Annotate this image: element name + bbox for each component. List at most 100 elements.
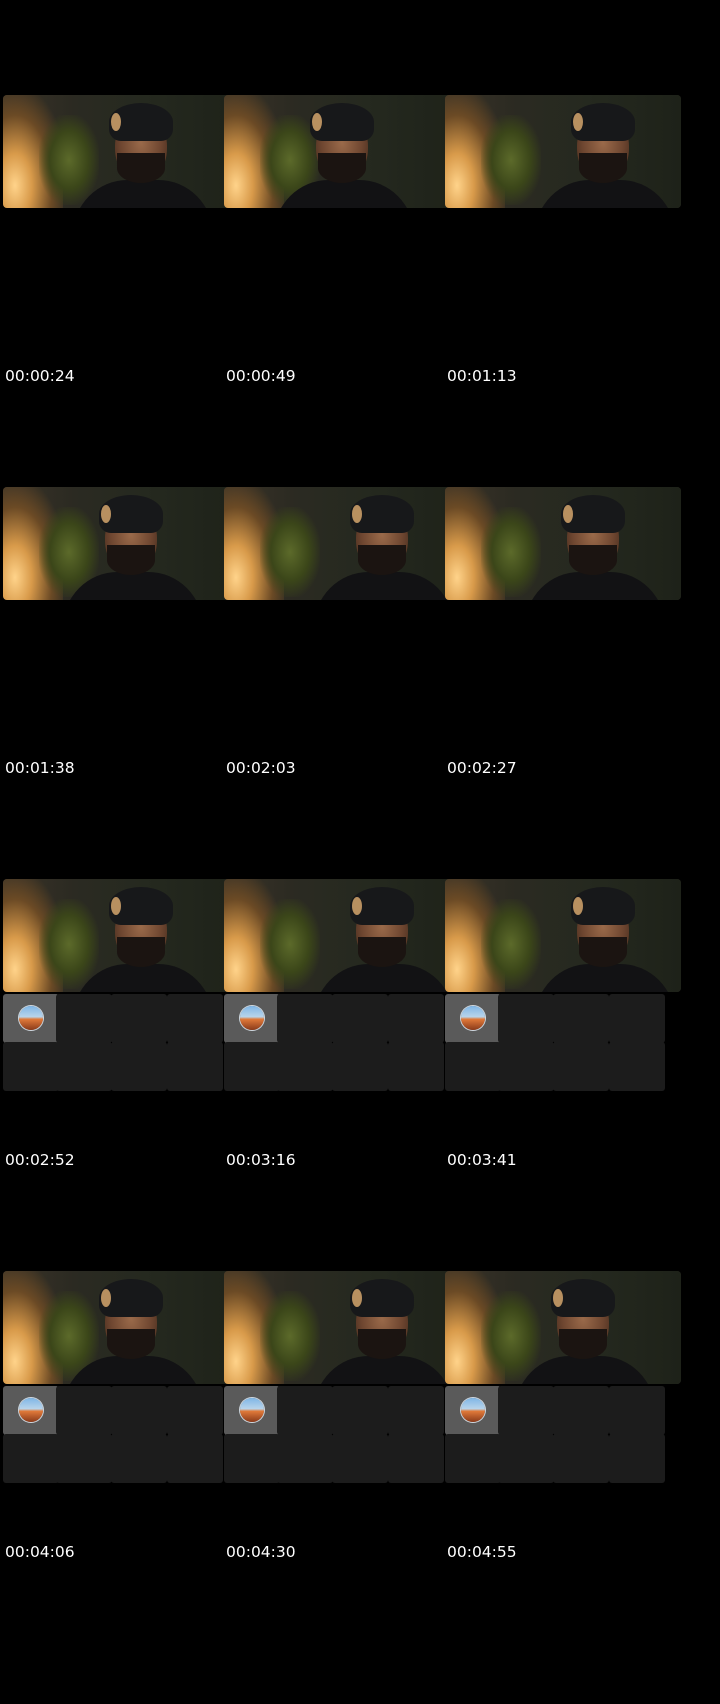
participant-tiles [224, 994, 460, 1098]
video-frame [445, 487, 681, 600]
participant-avatar-tile[interactable] [3, 994, 59, 1043]
participant-tile[interactable] [553, 1042, 609, 1091]
person [304, 1279, 454, 1384]
participant-tile[interactable] [3, 1434, 59, 1483]
participant-tile[interactable] [553, 1434, 609, 1483]
participant-tile[interactable] [332, 1386, 388, 1435]
participant-tile[interactable] [167, 1386, 223, 1435]
participant-tile[interactable] [56, 1434, 112, 1483]
video-thumbnail[interactable]: 00:02:52 [3, 879, 239, 1171]
participant-avatar-tile[interactable] [224, 1386, 280, 1435]
person [525, 103, 675, 208]
person [53, 1279, 203, 1384]
participant-tile[interactable] [111, 1386, 167, 1435]
globe-avatar-icon [461, 1398, 485, 1422]
person [304, 887, 454, 992]
participant-tile[interactable] [111, 994, 167, 1043]
participant-avatar-tile[interactable] [3, 1386, 59, 1435]
person [264, 103, 414, 208]
timestamp: 00:03:16 [226, 1151, 296, 1169]
participant-tile[interactable] [277, 994, 333, 1043]
video-frame [224, 879, 460, 992]
participant-tile[interactable] [167, 994, 223, 1043]
timestamp: 00:04:06 [5, 1543, 75, 1561]
participant-tile[interactable] [224, 1434, 280, 1483]
person [505, 1279, 655, 1384]
participant-tile[interactable] [388, 1434, 444, 1483]
participant-tile[interactable] [445, 1042, 501, 1091]
video-thumbnail[interactable]: 00:01:13 [445, 95, 681, 387]
video-frame [445, 879, 681, 992]
video-thumbnail[interactable]: 00:00:49 [224, 95, 460, 387]
participant-tile[interactable] [277, 1042, 333, 1091]
video-frame [3, 879, 239, 992]
timestamp: 00:02:27 [447, 759, 517, 777]
participant-avatar-tile[interactable] [224, 994, 280, 1043]
video-thumbnail[interactable]: 00:01:38 [3, 487, 239, 779]
timestamp: 00:03:41 [447, 1151, 517, 1169]
participant-tile[interactable] [111, 1042, 167, 1091]
video-thumbnail[interactable]: 00:04:06 [3, 1271, 239, 1563]
participant-tile[interactable] [609, 994, 665, 1043]
person [515, 495, 665, 600]
participant-avatar-tile[interactable] [445, 994, 501, 1043]
person [304, 495, 454, 600]
video-thumbnail[interactable]: 00:03:16 [224, 879, 460, 1171]
participant-tiles [445, 994, 681, 1098]
participant-tile[interactable] [56, 994, 112, 1043]
participant-tile[interactable] [56, 1386, 112, 1435]
timestamp: 00:04:30 [226, 1543, 296, 1561]
video-thumbnail[interactable]: 00:04:30 [224, 1271, 460, 1563]
participant-tile[interactable] [277, 1386, 333, 1435]
participant-tile[interactable] [388, 994, 444, 1043]
video-thumbnail[interactable]: 00:02:03 [224, 487, 460, 779]
person [63, 103, 213, 208]
participant-tiles [3, 994, 239, 1098]
globe-avatar-icon [240, 1398, 264, 1422]
timestamp: 00:01:38 [5, 759, 75, 777]
participant-tile[interactable] [498, 994, 554, 1043]
participant-tile[interactable] [609, 1042, 665, 1091]
video-frame [224, 95, 460, 208]
globe-avatar-icon [461, 1006, 485, 1030]
video-frame [224, 487, 460, 600]
participant-tile[interactable] [445, 1434, 501, 1483]
participant-tile[interactable] [553, 994, 609, 1043]
participant-tile[interactable] [332, 1434, 388, 1483]
participant-tile[interactable] [609, 1386, 665, 1435]
person [525, 887, 675, 992]
video-thumbnail[interactable]: 00:04:55 [445, 1271, 681, 1563]
person [53, 495, 203, 600]
participant-tile[interactable] [167, 1042, 223, 1091]
timestamp: 00:01:13 [447, 367, 517, 385]
participant-avatar-tile[interactable] [445, 1386, 501, 1435]
participant-tile[interactable] [388, 1386, 444, 1435]
participant-tile[interactable] [224, 1042, 280, 1091]
participant-tile[interactable] [498, 1386, 554, 1435]
participant-tile[interactable] [388, 1042, 444, 1091]
video-frame [445, 95, 681, 208]
participant-tile[interactable] [553, 1386, 609, 1435]
timestamp: 00:02:03 [226, 759, 296, 777]
video-frame [3, 95, 239, 208]
globe-avatar-icon [19, 1398, 43, 1422]
video-frame [3, 1271, 239, 1384]
participant-tile[interactable] [56, 1042, 112, 1091]
video-frame [3, 487, 239, 600]
person [63, 887, 213, 992]
participant-tile[interactable] [498, 1042, 554, 1091]
participant-tile[interactable] [111, 1434, 167, 1483]
participant-tile[interactable] [167, 1434, 223, 1483]
participant-tile[interactable] [332, 994, 388, 1043]
video-thumbnail[interactable]: 00:03:41 [445, 879, 681, 1171]
participant-tile[interactable] [498, 1434, 554, 1483]
timestamp: 00:04:55 [447, 1543, 517, 1561]
video-thumbnail[interactable]: 00:00:24 [3, 95, 239, 387]
participant-tile[interactable] [332, 1042, 388, 1091]
participant-tile[interactable] [3, 1042, 59, 1091]
participant-tile[interactable] [277, 1434, 333, 1483]
video-thumbnail[interactable]: 00:02:27 [445, 487, 681, 779]
video-frame [445, 1271, 681, 1384]
timestamp: 00:00:49 [226, 367, 296, 385]
participant-tile[interactable] [609, 1434, 665, 1483]
